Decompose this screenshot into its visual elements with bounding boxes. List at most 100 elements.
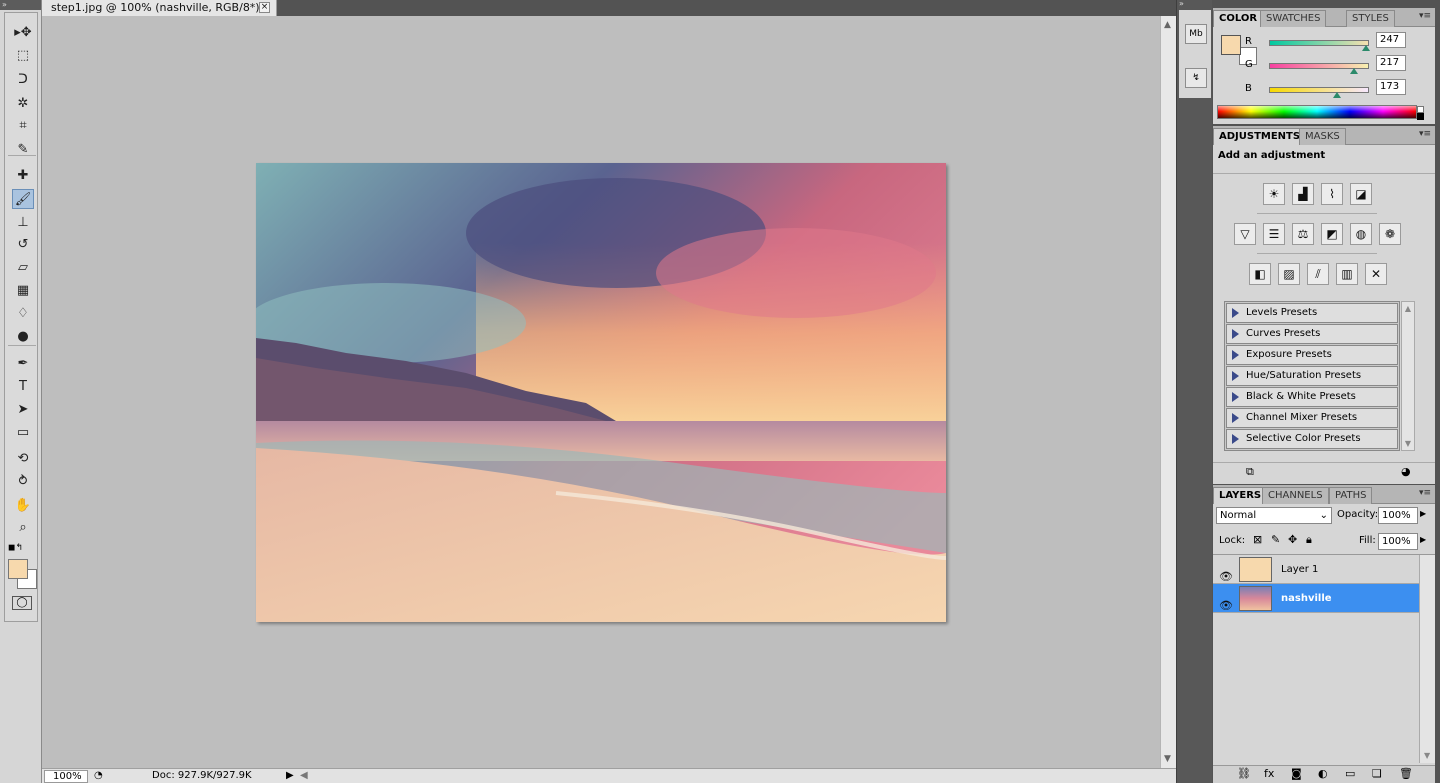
preset-item[interactable]: Selective Color Presets [1226,429,1398,449]
status-arrow-icon[interactable]: ▶ [286,769,294,783]
default-colors-icon[interactable]: ◼↰ [8,543,23,553]
lock-image-icon[interactable]: ✎ [1271,533,1280,546]
scroll-left-icon[interactable]: ◀ [300,769,308,783]
channel-slider[interactable] [1269,87,1369,93]
lasso-tool-icon[interactable]: ᑐ [12,70,34,90]
magic-wand-tool-icon[interactable]: ✲ [12,94,34,114]
layer-row[interactable]: 👁︎ nashville [1213,584,1419,613]
black-white-icon[interactable]: ◩ [1321,223,1343,245]
link-layers-icon[interactable]: ⛓ [1237,767,1251,780]
slider-thumb[interactable] [1361,45,1370,51]
vertical-scrollbar[interactable]: ▲ ▼ [1160,16,1176,768]
tab-paths[interactable]: PATHS [1329,487,1373,504]
gradient-map-icon[interactable]: ▥ [1336,263,1358,285]
path-selection-tool-icon[interactable]: ➤ [12,400,34,420]
threshold-icon[interactable]: ⫽ [1307,263,1329,285]
layers-scrollbar[interactable]: ▼ [1419,555,1435,763]
gradient-tool-icon[interactable]: ▦ [12,281,34,301]
close-icon[interactable]: × [259,2,270,13]
hand-tool-icon[interactable]: ✋ [12,496,34,516]
new-group-icon[interactable]: ▭ [1345,767,1355,780]
new-layer-icon[interactable]: ❏ [1372,767,1382,780]
preset-item[interactable]: Channel Mixer Presets [1226,408,1398,428]
opacity-arrow-icon[interactable]: ▶ [1420,509,1426,518]
preset-item[interactable]: Exposure Presets [1226,345,1398,365]
vibrance-icon[interactable]: ▽ [1234,223,1256,245]
clip-icon[interactable]: ⧉ [1246,465,1254,479]
marquee-tool-icon[interactable]: ⬚ [12,46,34,66]
lock-position-icon[interactable]: ✥ [1288,533,1297,546]
foreground-swatch[interactable] [1221,35,1241,55]
selective-color-icon[interactable]: ✕ [1365,263,1387,285]
tab-swatches[interactable]: SWATCHES [1260,10,1327,27]
tab-color[interactable]: COLOR [1213,10,1264,27]
type-tool-icon[interactable]: T [12,377,34,397]
curves-icon[interactable]: ⌇ [1321,183,1343,205]
preset-item[interactable]: Levels Presets [1226,303,1398,323]
clone-stamp-tool-icon[interactable]: ⊥ [12,213,34,233]
tab-styles[interactable]: STYLES [1346,10,1395,27]
channel-value-field[interactable]: 247 [1376,32,1406,48]
panel-menu-icon[interactable]: ▾≡ [1419,129,1431,139]
tab-masks[interactable]: MASKS [1299,128,1346,145]
preset-item[interactable]: Black & White Presets [1226,387,1398,407]
rectangle-tool-icon[interactable]: ▭ [12,423,34,443]
new-adjustment-icon[interactable]: ◐ [1318,767,1328,780]
channel-slider[interactable] [1269,40,1369,46]
quick-mask-icon[interactable]: ◯ [12,596,32,610]
trash-icon[interactable]: 🗑 [1399,767,1413,780]
layer-row[interactable]: 👁︎ Layer 1 [1213,555,1419,584]
blur-tool-icon[interactable]: ♢ [12,304,34,324]
history-button[interactable]: ↯ [1185,68,1207,88]
exposure-icon[interactable]: ◪ [1350,183,1372,205]
white-chip[interactable] [1417,106,1424,113]
3d-rotate-tool-icon[interactable]: ⟲ [12,449,34,469]
tab-channels[interactable]: CHANNELS [1262,487,1329,504]
opacity-field[interactable]: 100% [1378,507,1418,524]
fill-arrow-icon[interactable]: ▶ [1420,535,1426,544]
channel-mixer-icon[interactable]: ❁ [1379,223,1401,245]
preset-item[interactable]: Curves Presets [1226,324,1398,344]
color-ramp[interactable] [1217,105,1417,119]
toolbox-grip[interactable]: » [0,0,41,10]
foreground-color-swatch[interactable] [8,559,28,579]
photo-filter-icon[interactable]: ◍ [1350,223,1372,245]
eye-icon[interactable]: 👁︎ [1219,591,1233,620]
dodge-tool-icon[interactable]: ● [12,327,34,347]
visibility-toggle-icon[interactable]: ◕ [1401,465,1411,478]
black-chip[interactable] [1417,113,1424,120]
scroll-up-icon[interactable]: ▲ [1164,20,1171,30]
tab-adjustments[interactable]: ADJUSTMENTS [1213,128,1307,145]
zoom-field[interactable]: 100% [44,770,88,783]
slider-thumb[interactable] [1350,68,1359,74]
crop-tool-icon[interactable]: ⌗ [12,116,34,136]
document-image[interactable] [256,163,946,622]
move-tool-icon[interactable]: ▸✥ [12,23,34,43]
history-brush-tool-icon[interactable]: ↺ [12,235,34,255]
blend-mode-select[interactable]: Normal ⌄ [1216,507,1332,524]
status-menu-icon[interactable]: ◔ [94,769,103,783]
tab-layers[interactable]: LAYERS [1213,487,1268,504]
posterize-icon[interactable]: ▨ [1278,263,1300,285]
3d-orbit-tool-icon[interactable]: ⥁ [12,472,34,492]
color-balance-icon[interactable]: ⚖ [1292,223,1314,245]
healing-brush-tool-icon[interactable]: ✚ [12,166,34,186]
eraser-tool-icon[interactable]: ▱ [12,258,34,278]
scroll-down-icon[interactable]: ▼ [1164,754,1171,764]
lock-all-icon[interactable]: 🔒︎ [1306,533,1312,547]
preset-item[interactable]: Hue/Saturation Presets [1226,366,1398,386]
channel-value-field[interactable]: 217 [1376,55,1406,71]
panel-menu-icon[interactable]: ▾≡ [1419,488,1431,498]
zoom-tool-icon[interactable]: ⌕ [12,518,34,538]
add-mask-icon[interactable]: ◙ [1291,767,1302,780]
fx-icon[interactable]: fx [1264,767,1274,780]
invert-icon[interactable]: ◧ [1249,263,1271,285]
lock-transparent-icon[interactable]: ⊠ [1253,533,1262,546]
canvas-area[interactable] [42,16,1160,768]
document-tab[interactable]: step1.jpg @ 100% (nashville, RGB/8*) * × [42,0,277,16]
channel-value-field[interactable]: 173 [1376,79,1406,95]
dock-grip[interactable]: » [1177,0,1212,8]
slider-thumb[interactable] [1332,92,1341,98]
presets-scrollbar[interactable]: ▲ ▼ [1401,301,1415,451]
panel-menu-icon[interactable]: ▾≡ [1419,11,1431,21]
